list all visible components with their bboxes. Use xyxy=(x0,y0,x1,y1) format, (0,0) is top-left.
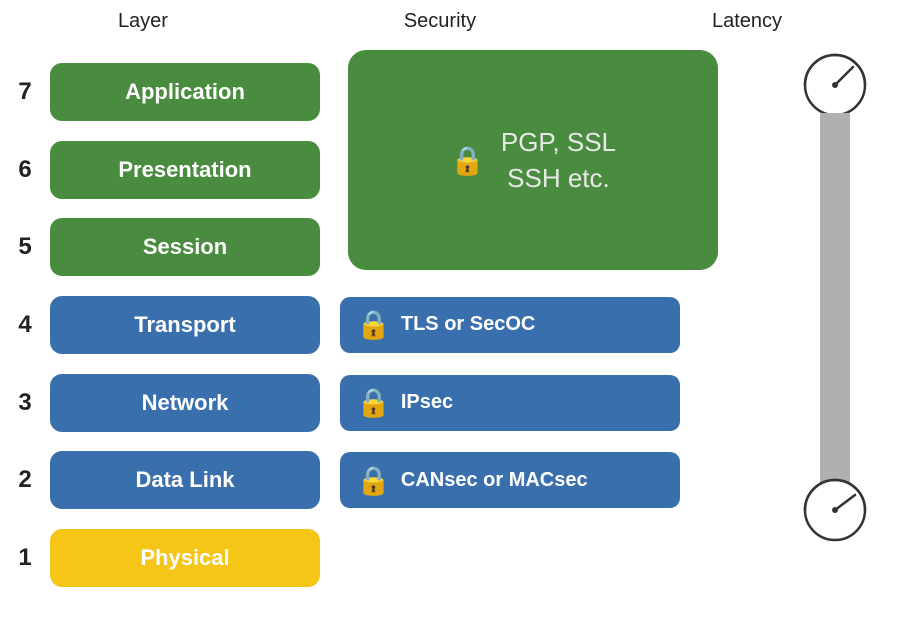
latency-gauge-svg xyxy=(793,45,878,555)
layer-row-4: 4 Transport 🔒 TLS or SecOC xyxy=(0,290,900,360)
layer-box-4: Transport xyxy=(50,296,320,354)
security-box-4: 🔒 TLS or SecOC xyxy=(340,297,680,353)
header-row: Layer Security Latency xyxy=(0,10,900,33)
layer-num-3: 3 xyxy=(0,389,50,417)
layer-num-7: 7 xyxy=(0,78,50,106)
latency-header: Latency xyxy=(712,10,782,33)
layer-num-4: 4 xyxy=(0,311,50,339)
layer-box-1: Physical xyxy=(50,529,320,587)
security-header: Security xyxy=(404,10,476,33)
layer-num-1: 1 xyxy=(0,544,50,572)
layer-box-3: Network xyxy=(50,374,320,432)
layer-row-7: 7 Application xyxy=(0,57,900,127)
layer-box-5: Session xyxy=(50,218,320,276)
lock-icon-3: 🔒 xyxy=(356,386,391,419)
layer-row-6: 6 Presentation xyxy=(0,135,900,205)
layer-row-2: 2 Data Link 🔒 CANsec or MACsec xyxy=(0,445,900,515)
layer-row-5: 5 Session xyxy=(0,212,900,282)
layer-row-3: 3 Network 🔒 IPsec xyxy=(0,368,900,438)
lock-icon-2: 🔒 xyxy=(356,464,391,497)
main-area: 7 Application 6 Presentation 5 Session 4… xyxy=(0,45,900,605)
layer-box-6: Presentation xyxy=(50,141,320,199)
layer-box-7: Application xyxy=(50,63,320,121)
latency-area xyxy=(790,45,880,575)
lock-icon-4: 🔒 xyxy=(356,308,391,341)
layer-num-2: 2 xyxy=(0,466,50,494)
layer-header: Layer xyxy=(118,10,168,33)
layer-box-2: Data Link xyxy=(50,451,320,509)
layer-num-5: 5 xyxy=(0,233,50,261)
security-box-2: 🔒 CANsec or MACsec xyxy=(340,452,680,508)
layer-row-1: 1 Physical xyxy=(0,523,900,593)
security-box-3: 🔒 IPsec xyxy=(340,375,680,431)
layer-num-6: 6 xyxy=(0,156,50,184)
